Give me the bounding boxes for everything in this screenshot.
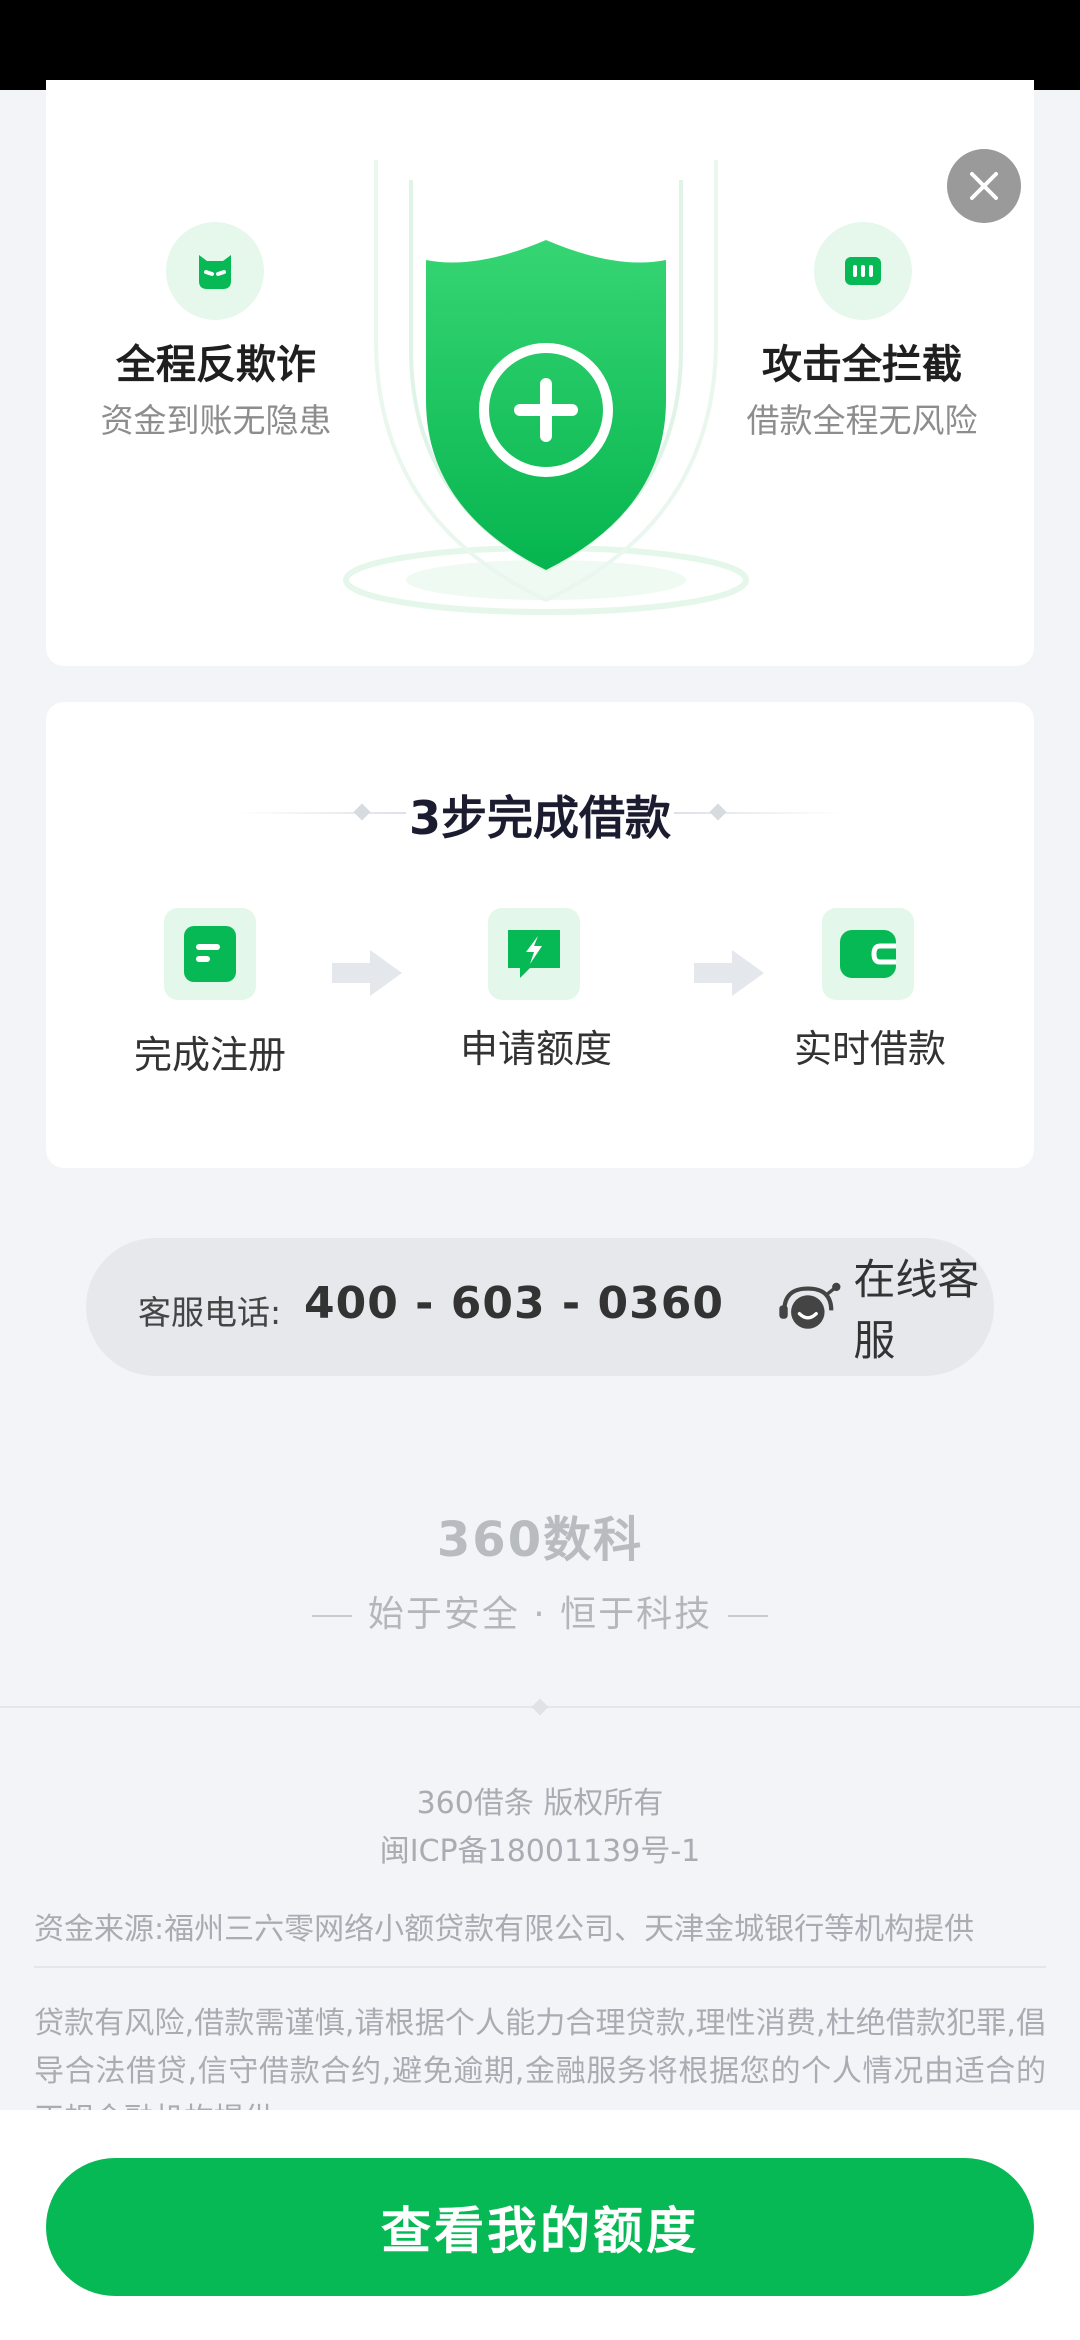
apply-lightning-icon bbox=[488, 908, 580, 1000]
security-card: 全程反欺诈 资金到账无隐患 攻击全拦截 借款全程无风险 bbox=[46, 80, 1034, 666]
anti-fraud-icon bbox=[166, 222, 264, 320]
copyright-text: 360借条 版权所有 bbox=[416, 1786, 664, 1821]
register-doc-icon bbox=[164, 908, 256, 1000]
service-phone-label: 客服电话: bbox=[138, 1293, 282, 1332]
wallet-icon bbox=[822, 908, 914, 1000]
step-label-apply: 申请额度 bbox=[459, 1027, 612, 1071]
close-button[interactable] bbox=[947, 149, 1021, 223]
steps-card: 3步完成借款 完成注册 申请额度 实时借款 bbox=[46, 702, 1034, 1168]
step-label-borrow: 实时借款 bbox=[793, 1027, 946, 1071]
right-feature-title: 攻击全拦截 bbox=[762, 342, 962, 388]
fund-source-text: 资金来源:福州三六零网络小额贷款有限公司、天津金城银行等机构提供 bbox=[34, 1912, 975, 1947]
left-feature-subtitle: 资金到账无隐患 bbox=[100, 401, 332, 440]
steps-title: 3步完成借款 bbox=[408, 791, 671, 845]
service-phone-number[interactable]: 400 - 603 - 0360 bbox=[304, 1278, 724, 1329]
icp-record-link[interactable]: 闽ICP备18001139号-1 bbox=[0, 1826, 1080, 1870]
brand-slogan: 始于安全 · 恒于科技 bbox=[0, 1585, 1080, 1637]
headset-icon bbox=[779, 1282, 841, 1329]
footer-divider-dot bbox=[531, 1698, 549, 1716]
online-service-label: 在线客服 bbox=[853, 1255, 980, 1365]
customer-service-bar: 客服电话: 400 - 603 - 0360 在线客服 bbox=[86, 1238, 994, 1376]
status-bar bbox=[0, 0, 1080, 90]
online-service-button[interactable]: 在线客服 bbox=[776, 1255, 994, 1365]
arrow-right-icon bbox=[694, 950, 764, 996]
view-my-credit-button[interactable]: 查看我的额度 bbox=[46, 2158, 1034, 2296]
bottom-action-panel: 查看我的额度 bbox=[0, 2110, 1080, 2340]
shield-icon bbox=[343, 160, 749, 615]
close-icon bbox=[970, 172, 998, 200]
footer-separator bbox=[34, 1966, 1046, 1968]
right-feature-subtitle: 借款全程无风险 bbox=[746, 401, 978, 440]
brand-logo: 360数科 bbox=[436, 1512, 644, 1568]
brand-slogan-text: 始于安全 · 恒于科技 bbox=[367, 1594, 713, 1635]
left-feature-title: 全程反欺诈 bbox=[116, 342, 316, 388]
step-label-register: 完成注册 bbox=[133, 1033, 286, 1077]
arrow-right-icon bbox=[332, 950, 402, 996]
attack-block-icon bbox=[814, 222, 912, 320]
